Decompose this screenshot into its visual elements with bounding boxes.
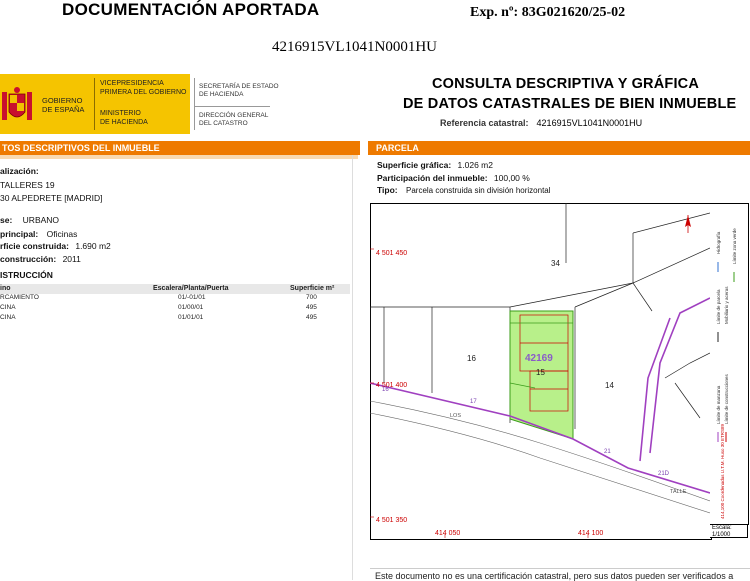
year-row: construcción: 2011 (0, 254, 81, 264)
table-row-surface: 495 (306, 304, 317, 311)
cadastral-map[interactable]: 4 501 450 4 501 400 4 501 350 414 050 41… (370, 203, 710, 538)
coord-x1: 414 050 (435, 530, 460, 537)
coat-of-arms-icon (2, 87, 32, 120)
vice-text: VICEPRESIDENCIA PRIMERA DEL GOBIERNO (100, 80, 187, 96)
legend-item: Límite de parcela (716, 289, 721, 324)
table-row-use: CINA (0, 304, 16, 311)
th-stair: Escalera/Planta/Puerta (153, 285, 229, 292)
class-row: se: URBANO (0, 215, 60, 225)
descriptive-data-bar: TOS DESCRIPTIVOS DEL INMUEBLE (0, 141, 360, 155)
legend-coordinates: 414,100 Coordenadas U.T.M. Huso 30 ETRS8… (720, 423, 725, 519)
street-number: 21 (604, 449, 611, 455)
parcel-label: 14 (605, 381, 614, 390)
coord-y2: 4 501 400 (376, 382, 407, 389)
ministry-text: MINISTERIO DE HACIENDA (100, 110, 148, 126)
type-row: Tipo: Parcela construida sin división ho… (377, 185, 551, 195)
street-number: 17 (470, 399, 477, 405)
block-number: 42169 (525, 353, 553, 364)
table-row-surface: 495 (306, 314, 317, 321)
location-line2: 30 ALPEDRETE [MADRID] (0, 193, 103, 203)
parcel-label: 15 (536, 368, 545, 377)
graphic-area-row: Superficie gráfica: 1.026 m2 (377, 160, 493, 170)
location-line1: TALLERES 19 (0, 180, 55, 190)
table-row-stair: 01/-01/01 (178, 294, 206, 301)
doc-title-line1: CONSULTA DESCRIPTIVA Y GRÁFICA (432, 76, 700, 92)
parcel-label: 16 (467, 354, 476, 363)
coord-y3: 4 501 350 (376, 517, 407, 524)
table-row-stair: 01/01/01 (178, 314, 204, 321)
legend-item: Límite de construcciones (724, 373, 729, 424)
street-name: TALLE (670, 489, 687, 495)
doc-label: DOCUMENTACIÓN APORTADA (62, 0, 320, 19)
cadastral-reference: Referencia catastral: 4216915VL1041N0001H… (440, 118, 643, 128)
parcel-label: 34 (551, 259, 560, 268)
secretaria-text: SECRETARÍA DE ESTADO DE HACIENDA (199, 83, 279, 98)
doc-title-line2: DE DATOS CATASTRALES DE BIEN INMUEBLE (403, 96, 737, 112)
logo-divider (94, 78, 95, 130)
legend-item: Mobiliario y aceras (724, 286, 729, 324)
coord-x2: 414 100 (578, 530, 603, 537)
map-legend: Límite de manzana Límite de parcela Lími… (710, 203, 749, 525)
expedient-number: Exp. nº: 83G021620/25-02 (470, 5, 626, 20)
legend-item: Límite zona verde (732, 228, 737, 264)
scale-box: Escala: 1/1000 (710, 524, 748, 538)
street-name: LOS (450, 413, 461, 419)
street-number: 21D (658, 471, 670, 477)
th-use: ino (0, 285, 11, 292)
table-row-use: RCAMIENTO (0, 294, 39, 301)
table-row-use: CINA (0, 314, 16, 321)
table-row-surface: 700 (306, 294, 317, 301)
location-label: alización: (0, 166, 39, 176)
logo-h-divider (195, 106, 270, 107)
street-number: 16 (382, 387, 389, 393)
built-area-row: rficie construida: 1.690 m2 (0, 241, 111, 251)
table-row-stair: 01/00/01 (178, 304, 204, 311)
legend-item: Hidrografía (716, 231, 721, 254)
reference-line: 4216915VL1041N0001HU (272, 39, 437, 55)
direccion-text: DIRECCIÓN GENERAL DEL CATASTRO (199, 112, 269, 127)
participation-row: Participación del inmueble: 100,00 % (377, 173, 530, 183)
parcel-bar: PARCELA (368, 141, 750, 155)
legend-item: Límite de manzana (716, 385, 721, 424)
gob-text: GOBIERNO DE ESPAÑA (42, 96, 85, 114)
coord-y1: 4 501 450 (376, 250, 407, 257)
bar-shadow (0, 155, 358, 159)
panel-divider (352, 155, 353, 580)
th-surface: Superficie m² (290, 285, 335, 292)
use-row: principal: Oficinas (0, 229, 78, 239)
logo-divider-2 (194, 78, 195, 130)
construction-title: ISTRUCCIÓN (0, 270, 53, 280)
north-arrow-icon (685, 215, 691, 233)
